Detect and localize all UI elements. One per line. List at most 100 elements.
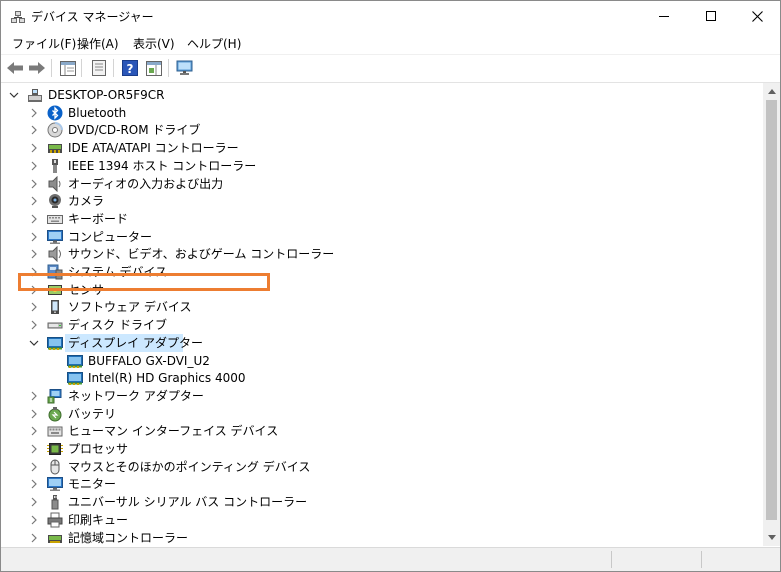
chevron-right-icon[interactable] — [29, 496, 39, 508]
tree-device-highlighted[interactable]: BUFFALO GX-DVI_U2 — [1, 352, 762, 370]
tree-category[interactable]: ヒューマン インターフェイス デバイス — [1, 422, 762, 440]
tree-root[interactable]: DESKTOP-OR5F9CR — [1, 86, 762, 104]
scroll-thumb[interactable] — [766, 100, 777, 520]
chevron-right-icon[interactable] — [29, 248, 39, 260]
scroll-up-button[interactable] — [763, 83, 780, 100]
chevron-right-icon[interactable] — [29, 461, 39, 473]
status-divider — [611, 551, 612, 568]
tree-category[interactable]: キーボード — [1, 210, 762, 228]
device-manager-window: デバイス マネージャー ファイル(F) 操作(A) 表示(V) ヘルプ(H) ?… — [0, 0, 781, 572]
tree-category[interactable]: コンピューター — [1, 228, 762, 246]
status-bar — [1, 547, 780, 571]
toolbar: ? — [1, 54, 780, 83]
tree-category[interactable]: ユニバーサル シリアル バス コントローラー — [1, 493, 762, 511]
menu-bar: ファイル(F) 操作(A) 表示(V) ヘルプ(H) — [1, 32, 780, 53]
tree-category[interactable]: IDE ATA/ATAPI コントローラー — [1, 139, 762, 157]
tree-item-label: 印刷キュー — [68, 513, 129, 527]
forward-button[interactable] — [26, 58, 48, 78]
tree-category[interactable]: マウスとそのほかのポインティング デバイス — [1, 458, 762, 476]
chevron-right-icon[interactable] — [29, 532, 39, 544]
help-button[interactable]: ? — [119, 58, 141, 78]
tree-category[interactable]: 印刷キュー — [1, 511, 762, 529]
title-bar[interactable]: デバイス マネージャー — [1, 1, 780, 32]
tree-category[interactable]: Bluetooth — [1, 104, 762, 122]
firewire-icon — [52, 159, 58, 173]
chevron-right-icon[interactable] — [29, 301, 39, 313]
chevron-right-icon[interactable] — [29, 160, 39, 172]
minimize-button[interactable] — [641, 1, 687, 32]
maximize-icon — [705, 11, 716, 21]
chevron-right-icon[interactable] — [29, 107, 39, 119]
chevron-up-icon — [767, 89, 776, 94]
show-hide-console-tree-button[interactable] — [57, 58, 79, 78]
tree-category[interactable]: バッテリ — [1, 405, 762, 423]
tree-item-label: オーディオの入力および出力 — [68, 177, 224, 191]
tree-item-label: Intel(R) HD Graphics 4000 — [88, 371, 246, 385]
processor-icon — [47, 443, 63, 455]
tree-category[interactable]: 記憶域コントローラー — [1, 529, 762, 546]
properties-button[interactable] — [88, 58, 110, 78]
svg-text:?: ? — [127, 62, 134, 76]
chevron-down-icon[interactable] — [29, 337, 39, 349]
scan-hardware-button[interactable] — [174, 58, 196, 78]
chevron-right-icon[interactable] — [29, 425, 39, 437]
menu-view[interactable]: 表示(V) — [132, 35, 176, 52]
monitor-scan-icon — [176, 60, 193, 75]
chevron-right-icon[interactable] — [29, 142, 39, 154]
sound-icon — [48, 246, 61, 262]
chevron-right-icon[interactable] — [29, 319, 39, 331]
status-divider — [701, 551, 702, 568]
tree-category[interactable]: ディスク ドライブ — [1, 316, 762, 334]
close-icon — [751, 11, 763, 22]
tree-item-label: バッテリ — [68, 407, 117, 421]
tree-category[interactable]: モニター — [1, 475, 762, 493]
tree-item-label: ネットワーク アダプター — [68, 389, 204, 403]
chevron-right-icon[interactable] — [29, 390, 39, 402]
chevron-right-icon[interactable] — [29, 478, 39, 490]
menu-file[interactable]: ファイル(F) — [11, 35, 77, 52]
tree-category[interactable]: オーディオの入力および出力 — [1, 175, 762, 193]
tree-item-label: ディスク ドライブ — [68, 318, 167, 332]
device-tree[interactable]: DESKTOP-OR5F9CR Bluetooth DVD/CD-ROM ドライブ I… — [1, 83, 762, 546]
monitor-icon — [47, 477, 63, 491]
action-pane-button[interactable] — [143, 58, 165, 78]
tree-category[interactable]: DVD/CD-ROM ドライブ — [1, 121, 762, 139]
tree-item-label: キーボード — [68, 212, 129, 226]
chevron-right-icon[interactable] — [29, 195, 39, 207]
tree-category[interactable]: カメラ — [1, 192, 762, 210]
tree-category[interactable]: ディスプレイ アダプター — [1, 334, 762, 352]
tree-item-label: サウンド、ビデオ、およびゲーム コントローラー — [68, 247, 335, 261]
menu-help[interactable]: ヘルプ(H) — [186, 35, 242, 52]
toolbar-separator — [168, 59, 169, 77]
console-tree-icon — [60, 60, 76, 76]
mouse-icon — [50, 459, 60, 475]
printer-icon — [47, 512, 63, 528]
tree-category[interactable]: ソフトウェア デバイス — [1, 298, 762, 316]
chevron-right-icon[interactable] — [29, 231, 39, 243]
tree-category[interactable]: IEEE 1394 ホスト コントローラー — [1, 157, 762, 175]
help-icon: ? — [122, 60, 138, 76]
tree-item-label: マウスとそのほかのポインティング デバイス — [68, 460, 311, 474]
chevron-right-icon[interactable] — [29, 514, 39, 526]
chevron-right-icon[interactable] — [29, 124, 39, 136]
chevron-right-icon[interactable] — [29, 408, 39, 420]
tree-item-label: モニター — [68, 477, 117, 491]
chevron-down-icon[interactable] — [9, 89, 19, 101]
forward-arrow-icon — [29, 62, 45, 74]
maximize-button[interactable] — [688, 1, 734, 32]
vertical-scrollbar[interactable] — [763, 83, 780, 546]
menu-action[interactable]: 操作(A) — [76, 35, 120, 52]
tree-item-label: プロセッサ — [68, 442, 129, 456]
tree-category[interactable]: プロセッサ — [1, 440, 762, 458]
back-button[interactable] — [4, 58, 26, 78]
computer-root-icon — [28, 89, 42, 102]
tree-category[interactable]: ネットワーク アダプター — [1, 387, 762, 405]
chevron-right-icon[interactable] — [29, 443, 39, 455]
tree-category[interactable]: サウンド、ビデオ、およびゲーム コントローラー — [1, 245, 762, 263]
minimize-icon — [658, 16, 669, 17]
tree-device[interactable]: Intel(R) HD Graphics 4000 — [1, 369, 762, 387]
chevron-right-icon[interactable] — [29, 213, 39, 225]
chevron-right-icon[interactable] — [29, 178, 39, 190]
scroll-down-button[interactable] — [763, 529, 780, 546]
close-button[interactable] — [734, 1, 780, 32]
